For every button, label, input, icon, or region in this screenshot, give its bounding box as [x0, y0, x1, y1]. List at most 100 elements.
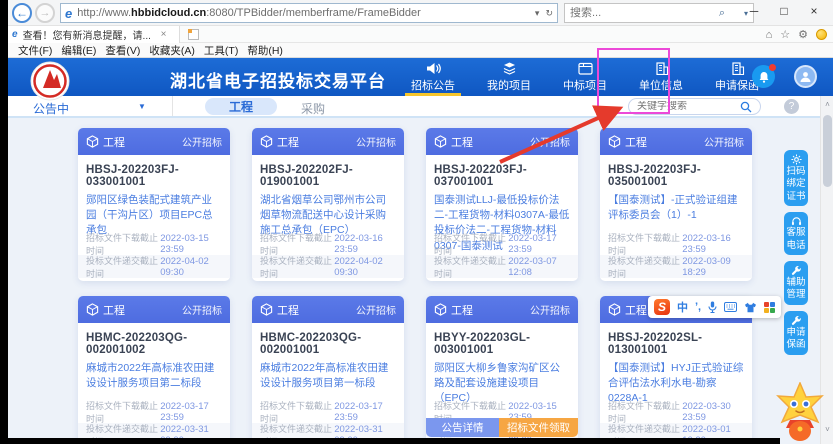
card-dates: 招标文件下载截止时间 2022-03-17 23:59 投标文件递交截止时间 2…: [426, 232, 578, 278]
microphone-icon[interactable]: [708, 301, 717, 313]
scroll-up-icon[interactable]: ˄: [821, 100, 833, 109]
side-button-label: 保函: [786, 339, 805, 350]
cube-icon: [434, 135, 447, 148]
browser-toolbar: ← → e http://www.hbbidcloud.cn:8080/TPBi…: [8, 0, 833, 26]
bid-card[interactable]: 工程 公开招标 HBMC-202203QG-002001002 麻城市2022年…: [78, 296, 230, 444]
submit-value: 2022-03-09 18:29: [682, 256, 744, 278]
url-dropdown-icon[interactable]: ▾: [535, 8, 540, 19]
side-button-label: 管理: [786, 289, 805, 300]
back-button[interactable]: ←: [12, 3, 32, 23]
tab-bar: e 查看！您有新消息提醒，请... × ⌂ ☆ ⚙: [8, 26, 833, 43]
ime-menu-icon[interactable]: [764, 302, 775, 313]
chevron-down-icon[interactable]: ▼: [138, 102, 146, 111]
card-type-label: 工程: [277, 302, 299, 318]
bid-card[interactable]: 工程 公开招标 HBSJ-202203FJ-033001001 郧阳区绿色装配式…: [78, 128, 230, 281]
card-header: 工程 公开招标: [78, 296, 230, 323]
search-icon[interactable]: [740, 101, 752, 113]
side-button-label: 辅助: [786, 277, 805, 288]
ime-punctuation[interactable]: ’,: [695, 301, 701, 313]
cube-icon: [434, 303, 447, 316]
annotation-highlight-box: [597, 48, 670, 114]
side-button-label: 电话: [786, 240, 805, 251]
card-method-label: 公开招标: [530, 302, 570, 317]
card-type-label: 工程: [103, 302, 125, 318]
download-value: 2022-03-17 23:59: [160, 401, 222, 423]
bid-card[interactable]: 工程 公开招标 HBSJ-202202FJ-019001001 湖北省烟草公司鄂…: [252, 128, 404, 281]
download-value: 2022-03-17 23:59: [508, 233, 570, 255]
new-tab-button[interactable]: [188, 29, 199, 40]
scrollbar-thumb[interactable]: [823, 115, 832, 187]
cube-icon: [608, 303, 621, 316]
receive-button[interactable]: 招标文件领取: [499, 418, 578, 437]
page-content: 湖北省电子招投标交易平台 招标公告 我的项目: [8, 58, 833, 444]
status-filter-dropdown[interactable]: 公告中: [33, 100, 69, 117]
customer-service-phone-button[interactable]: 客服 电话: [784, 212, 808, 255]
star-mascot[interactable]: [772, 382, 828, 444]
card-header: 工程 公开招标: [426, 296, 578, 323]
detail-button[interactable]: 公告详情: [426, 418, 499, 437]
browser-search-input[interactable]: [570, 7, 700, 19]
side-button-label: 扫码: [786, 166, 805, 177]
tab-procurement[interactable]: 采购: [301, 100, 325, 117]
nav-label: 招标公告: [411, 77, 455, 93]
card-header: 工程 公开招标: [252, 128, 404, 155]
download-value: 2022-03-15 23:59: [160, 233, 222, 255]
notification-badge: [769, 64, 776, 71]
nav-item-my-projects[interactable]: 我的项目: [471, 58, 547, 96]
minimize-button[interactable]: ─: [739, 0, 769, 22]
tab-title: 查看！您有新消息提醒，请...: [23, 27, 158, 42]
tab-close-icon[interactable]: ×: [161, 29, 167, 40]
browser-tab[interactable]: e 查看！您有新消息提醒，请... ×: [8, 26, 180, 43]
auxiliary-management-button[interactable]: 辅助 管理: [784, 261, 808, 305]
scan-bind-certificate-button[interactable]: 扫码 绑定 证书: [784, 150, 808, 206]
settings-gear-icon[interactable]: ⚙: [798, 28, 808, 41]
menu-favorites[interactable]: 收藏夹(A): [149, 43, 195, 58]
cube-icon: [260, 135, 273, 148]
card-type-label: 工程: [625, 134, 647, 150]
skin-tshirt-icon[interactable]: [744, 302, 757, 313]
bid-card[interactable]: 工程 公开招标 HBMC-202203QG-002001001 麻城市2022年…: [252, 296, 404, 444]
forward-button[interactable]: →: [35, 3, 55, 23]
nav-item-bid-announcements[interactable]: 招标公告: [395, 58, 471, 96]
apply-guarantee-button[interactable]: 申请 保函: [784, 311, 808, 355]
browser-search[interactable]: ⌕ ▾: [564, 3, 754, 23]
card-code: HBSJ-202203FJ-033001001: [86, 164, 222, 188]
bid-card[interactable]: 工程 公开招标 HBSJ-202202SL-013001001 【国泰测试】HY…: [600, 296, 752, 444]
menu-file[interactable]: 文件(F): [18, 43, 52, 58]
close-button[interactable]: ×: [799, 0, 829, 22]
keyboard-icon[interactable]: [724, 302, 737, 312]
bid-card[interactable]: 工程 公开招标 HBSJ-202203FJ-035001001 【国泰测试】-正…: [600, 128, 752, 281]
help-icon[interactable]: ?: [784, 99, 799, 114]
submit-value: 2022-04-02 09:30: [160, 256, 222, 278]
menu-help[interactable]: 帮助(H): [247, 43, 283, 58]
refresh-icon[interactable]: ↻: [545, 8, 553, 19]
card-code: HBSJ-202203FJ-037001001: [434, 164, 570, 188]
plugin-smiley-icon[interactable]: [816, 29, 827, 40]
favorites-icon[interactable]: ☆: [780, 28, 790, 41]
submit-label: 投标文件递交截止时间: [86, 254, 160, 280]
notification-bell-icon[interactable]: [752, 65, 775, 88]
home-icon[interactable]: ⌂: [766, 29, 773, 41]
card-code: HBYY-202203GL-003001001: [434, 332, 570, 356]
maximize-button[interactable]: □: [769, 0, 799, 22]
card-title[interactable]: 【国泰测试】-正式验证组建评标委员会（1）-1: [608, 193, 744, 223]
submit-label: 投标文件递交截止时间: [434, 254, 508, 280]
bid-card[interactable]: 工程 公开招标 HBYY-202203GL-003001001 郧阳区大柳乡鲁家…: [426, 296, 578, 444]
menu-edit[interactable]: 编辑(E): [61, 43, 96, 58]
cards-grid: 工程 公开招标 HBSJ-202203FJ-033001001 郧阳区绿色装配式…: [78, 128, 752, 444]
user-avatar[interactable]: [794, 65, 817, 88]
card-title[interactable]: 麻城市2022年高标准农田建设设计服务项目第一标段: [260, 361, 396, 391]
tab-engineering[interactable]: 工程: [205, 98, 277, 115]
ime-mode-chinese[interactable]: 中: [677, 299, 688, 315]
card-type-label: 工程: [103, 134, 125, 150]
menu-tools[interactable]: 工具(T): [204, 43, 238, 58]
search-icon[interactable]: ⌕: [719, 7, 725, 20]
browser-window: ← → e http://www.hbbidcloud.cn:8080/TPBi…: [8, 0, 833, 444]
bid-card[interactable]: 工程 公开招标 HBSJ-202203FJ-037001001 国泰测试LLJ-…: [426, 128, 578, 281]
layers-icon: [502, 62, 517, 75]
address-bar[interactable]: e http://www.hbbidcloud.cn:8080/TPBidder…: [60, 3, 558, 23]
card-title[interactable]: 麻城市2022年高标准农田建设设计服务项目第二标段: [86, 361, 222, 391]
menu-view[interactable]: 查看(V): [105, 43, 140, 58]
sogou-logo-icon[interactable]: S: [654, 299, 670, 315]
ie-page-icon: e: [65, 6, 72, 21]
